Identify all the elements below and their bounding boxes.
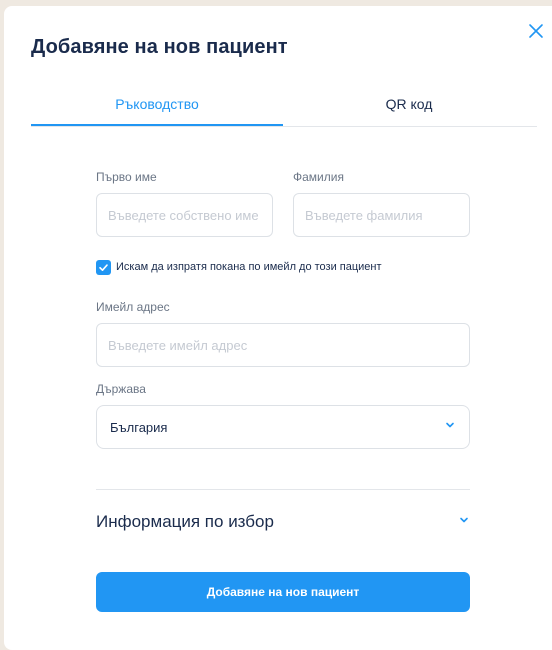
tab-bar: Ръководство QR код — [31, 96, 537, 127]
chevron-down-icon — [444, 418, 456, 436]
first-name-input[interactable] — [96, 193, 273, 237]
section-divider — [96, 489, 470, 490]
invite-checkbox-row[interactable]: Искам да изпратя покана по имейл до този… — [96, 259, 382, 275]
first-name-label: Първо име — [96, 170, 157, 184]
last-name-label: Фамилия — [293, 170, 344, 184]
invite-checkbox[interactable] — [96, 259, 111, 275]
add-patient-button[interactable]: Добавяне на нов пациент — [96, 572, 470, 612]
chevron-down-icon — [458, 513, 470, 531]
email-input[interactable] — [96, 323, 470, 367]
country-select[interactable]: България — [96, 405, 470, 449]
check-icon — [99, 263, 108, 271]
optional-info-toggle[interactable]: Информация по избор — [96, 510, 470, 534]
tab-qr-code[interactable]: QR код — [283, 96, 535, 125]
invite-checkbox-label: Искам да изпратя покана по имейл до този… — [116, 261, 382, 273]
tab-guide[interactable]: Ръководство — [31, 96, 283, 126]
modal-title: Добавяне на нов пациент — [31, 36, 288, 58]
email-label: Имейл адрес — [96, 300, 170, 314]
last-name-input[interactable] — [293, 193, 470, 237]
optional-info-label: Информация по избор — [96, 512, 274, 531]
close-icon[interactable] — [524, 19, 548, 43]
country-select-value: България — [110, 419, 168, 435]
add-patient-modal: Добавяне на нов пациент Ръководство QR к… — [4, 6, 552, 650]
country-label: Държава — [96, 382, 146, 396]
